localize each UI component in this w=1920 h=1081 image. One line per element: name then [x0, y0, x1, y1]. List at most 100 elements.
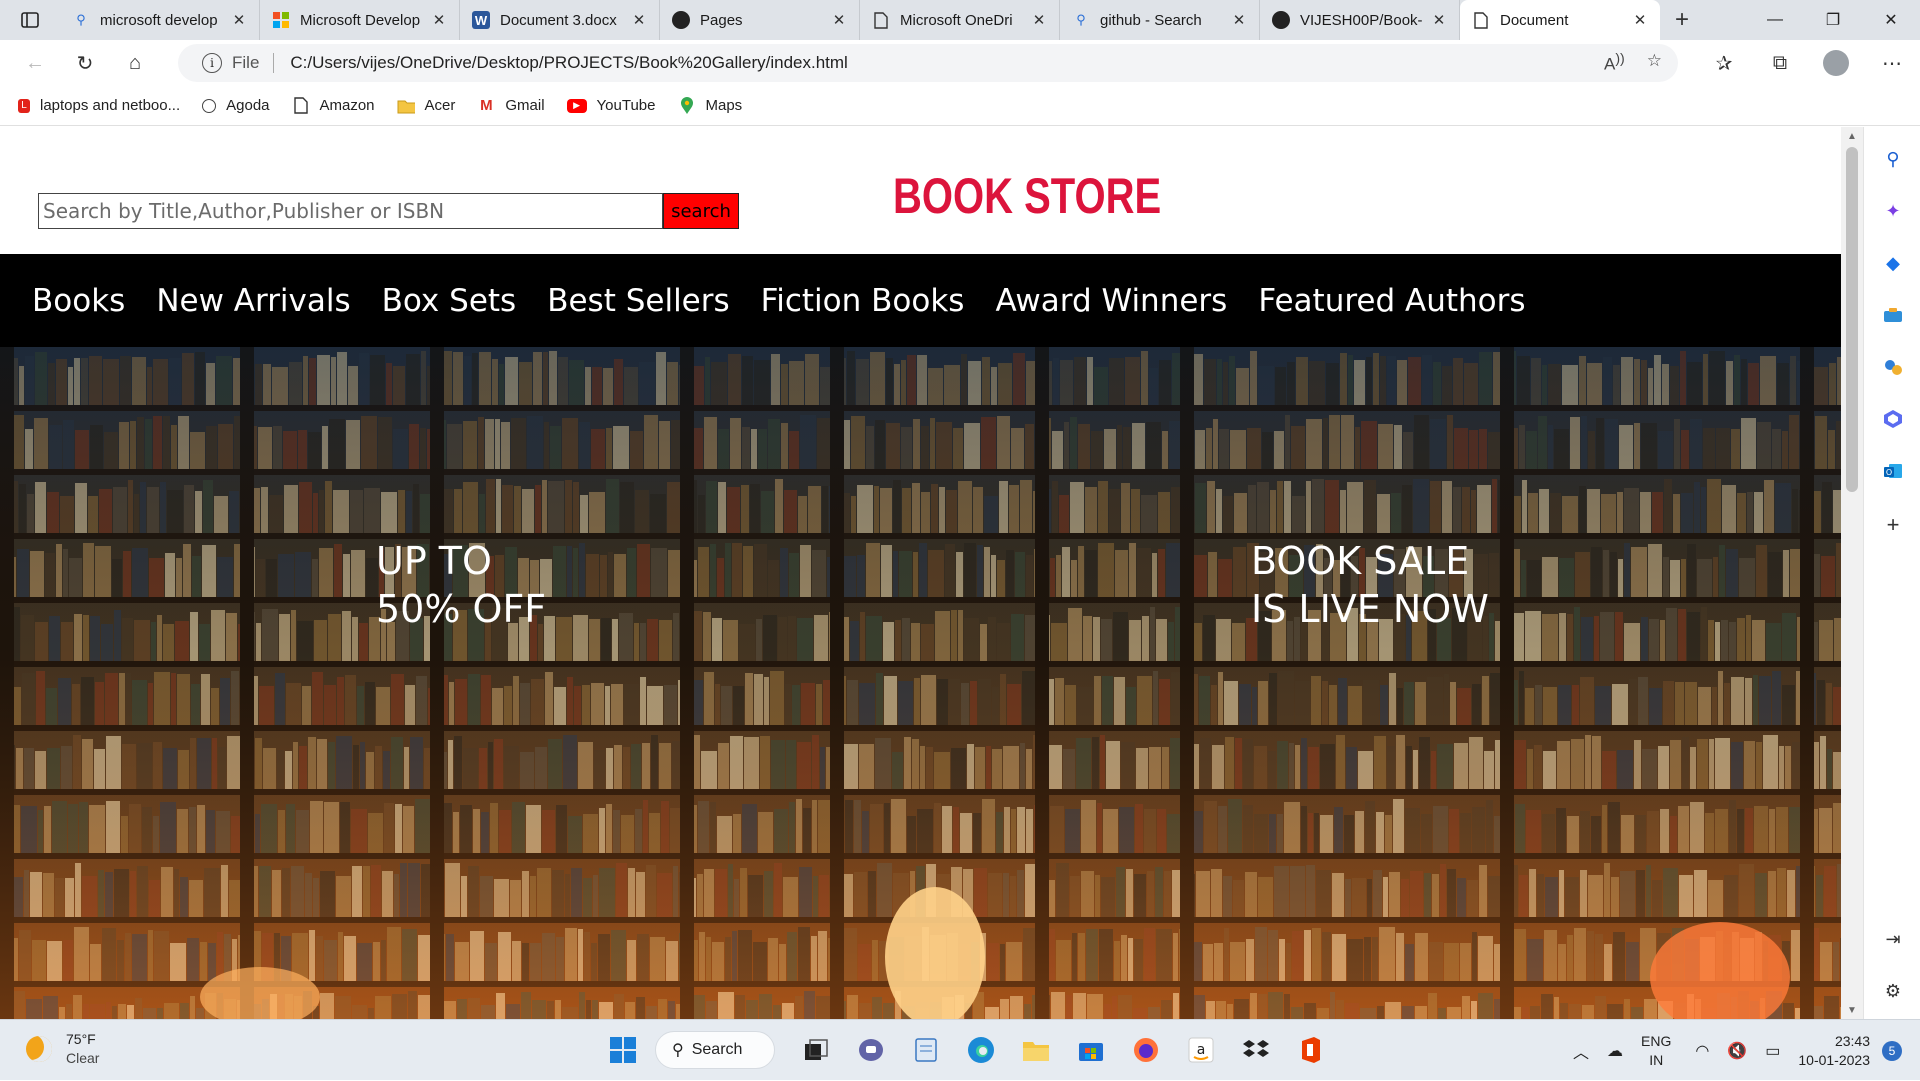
wifi-icon[interactable]: ◠ [1695, 1041, 1709, 1061]
file-explorer-icon[interactable] [1013, 1028, 1059, 1072]
microsoft-store-icon[interactable] [1068, 1028, 1114, 1072]
taskbar-search[interactable]: ⚲ Search [655, 1031, 775, 1069]
nav-item-new-arrivals[interactable]: New Arrivals [156, 283, 350, 319]
more-options-icon[interactable]: ⋯ [1864, 51, 1920, 76]
page-icon [292, 97, 310, 115]
bookmark-label: Agoda [226, 97, 270, 114]
scroll-down-icon[interactable]: ▼ [1841, 1001, 1863, 1019]
bookmark-agoda[interactable]: Agoda [202, 97, 270, 114]
bookmark-label: Maps [705, 97, 743, 114]
bookmark-youtube[interactable]: ▶ YouTube [566, 97, 656, 114]
new-tab-button[interactable]: + [1660, 0, 1704, 40]
settings-gear-icon[interactable]: ⚙ [1881, 979, 1905, 1003]
hide-sidebar-icon[interactable]: ⇥ [1881, 927, 1905, 951]
bookmark-amazon[interactable]: Amazon [292, 97, 375, 115]
search-button[interactable]: search [663, 193, 739, 229]
weather-widget[interactable]: 75°F Clear [26, 1030, 99, 1068]
tab-3[interactable]: Pages ✕ [660, 0, 860, 40]
tab-6[interactable]: VIJESH00P/Book- ✕ [1260, 0, 1460, 40]
tab-1[interactable]: Microsoft Develop ✕ [260, 0, 460, 40]
add-icon[interactable]: + [1881, 512, 1905, 537]
bookmark-label: laptops and netboo... [40, 97, 181, 114]
info-icon[interactable]: i [202, 53, 222, 73]
tab-title: Document [1500, 11, 1569, 29]
window-controls: — ❐ ✕ [1746, 0, 1920, 40]
app-notepad-icon[interactable] [903, 1028, 949, 1072]
scroll-up-icon[interactable]: ▲ [1841, 127, 1863, 145]
home-button[interactable]: ⌂ [110, 43, 160, 83]
nav-item-books[interactable]: Books [32, 283, 125, 319]
maximize-icon[interactable]: ❐ [1804, 0, 1862, 40]
tab-title: github - Search [1100, 11, 1202, 29]
collections-icon[interactable]: ⧉ [1752, 52, 1808, 75]
tab-actions-button[interactable] [0, 0, 60, 40]
avatar[interactable] [1823, 50, 1849, 76]
system-tray: ︿ ☁ ENG IN ◠ 🔇 ▭ 23:43 10-01-2023 5 [1573, 1020, 1920, 1081]
close-tab-icon[interactable]: ✕ [1029, 11, 1049, 29]
volume-mute-icon[interactable]: 🔇 [1727, 1041, 1747, 1061]
clock[interactable]: 23:43 10-01-2023 [1798, 1032, 1870, 1070]
close-tab-icon[interactable]: ✕ [429, 11, 449, 29]
close-tab-icon[interactable]: ✕ [1229, 11, 1249, 29]
bookmark-laptops[interactable]: L laptops and netboo... [18, 97, 180, 114]
favorites-icon[interactable]: ✰ [1696, 51, 1752, 76]
minimize-icon[interactable]: — [1746, 0, 1804, 40]
main-nav: Books New Arrivals Box Sets Best Sellers… [0, 254, 1841, 347]
notification-badge[interactable]: 5 [1882, 1040, 1902, 1061]
language-indicator[interactable]: ENG IN [1641, 1032, 1671, 1070]
read-aloud-icon[interactable]: A)) [1604, 51, 1625, 75]
hero-banner: UP TO 50% OFF BOOK SALE IS LIVE NOW [0, 347, 1841, 1019]
bookmark-gmail[interactable]: M Gmail [477, 97, 544, 115]
teams-chat-icon[interactable] [848, 1028, 894, 1072]
add-favorite-icon[interactable]: ☆ [1647, 51, 1662, 75]
outlook-icon[interactable]: O [1881, 459, 1905, 483]
back-button[interactable]: ← [10, 43, 60, 83]
nav-item-best-sellers[interactable]: Best Sellers [547, 283, 729, 319]
dropbox-icon[interactable] [1233, 1028, 1279, 1072]
close-window-icon[interactable]: ✕ [1862, 0, 1920, 40]
office-icon[interactable] [1288, 1028, 1334, 1072]
tab-title: Microsoft Develop [300, 11, 421, 29]
firefox-icon[interactable] [1123, 1028, 1169, 1072]
nav-item-fiction-books[interactable]: Fiction Books [761, 283, 965, 319]
onedrive-cloud-icon[interactable]: ☁ [1607, 1041, 1623, 1061]
nav-item-box-sets[interactable]: Box Sets [382, 283, 517, 319]
nav-item-featured-authors[interactable]: Featured Authors [1258, 283, 1525, 319]
omnibox-icons: A)) ☆ [1604, 51, 1662, 75]
tab-2[interactable]: W Document 3.docx ✕ [460, 0, 660, 40]
scroll-thumb[interactable] [1846, 147, 1858, 492]
hero-left-line1: UP TO [376, 539, 492, 583]
close-tab-icon[interactable]: ✕ [629, 11, 649, 29]
microsoft365-icon[interactable] [1881, 407, 1905, 431]
nav-item-award-winners[interactable]: Award Winners [995, 283, 1227, 319]
tab-4[interactable]: Microsoft OneDri ✕ [860, 0, 1060, 40]
bookmark-acer[interactable]: Acer [397, 97, 455, 115]
close-tab-icon[interactable]: ✕ [1630, 11, 1650, 29]
page-scrollbar[interactable]: ▲ ▼ [1841, 127, 1863, 1019]
bookmark-maps[interactable]: Maps [678, 96, 743, 115]
tab-5[interactable]: ⚲ github - Search ✕ [1060, 0, 1260, 40]
chevron-up-icon[interactable]: ︿ [1573, 1039, 1589, 1063]
amazon-icon[interactable]: a [1178, 1028, 1224, 1072]
site-header: Search by Title,Author,Publisher or ISBN… [0, 127, 1841, 254]
url-text[interactable]: C:/Users/vijes/OneDrive/Desktop/PROJECTS… [290, 53, 847, 73]
close-tab-icon[interactable]: ✕ [229, 11, 249, 29]
edge-browser-icon[interactable] [958, 1028, 1004, 1072]
search-icon[interactable]: ⚲ [1881, 147, 1905, 171]
tab-0[interactable]: ⚲ microsoft develop ✕ [60, 0, 260, 40]
sparkle-icon[interactable]: ✦ [1881, 199, 1905, 223]
tab-active-document[interactable]: Document ✕ [1460, 0, 1660, 40]
clock-time: 23:43 [1834, 1032, 1870, 1049]
shopping-tag-icon[interactable]: ◆ [1881, 251, 1905, 275]
close-tab-icon[interactable]: ✕ [829, 11, 849, 29]
book-search-input[interactable]: Search by Title,Author,Publisher or ISBN [38, 193, 663, 229]
refresh-button[interactable]: ↻ [60, 43, 110, 83]
battery-icon[interactable]: ▭ [1765, 1041, 1780, 1061]
lenovo-icon: L [18, 98, 30, 113]
address-bar[interactable]: i File C:/Users/vijes/OneDrive/Desktop/P… [178, 44, 1678, 82]
close-tab-icon[interactable]: ✕ [1429, 11, 1449, 29]
games-icon[interactable] [1881, 355, 1905, 379]
tools-icon[interactable] [1881, 303, 1905, 327]
task-view-icon[interactable] [793, 1028, 839, 1072]
start-button[interactable] [600, 1028, 646, 1072]
